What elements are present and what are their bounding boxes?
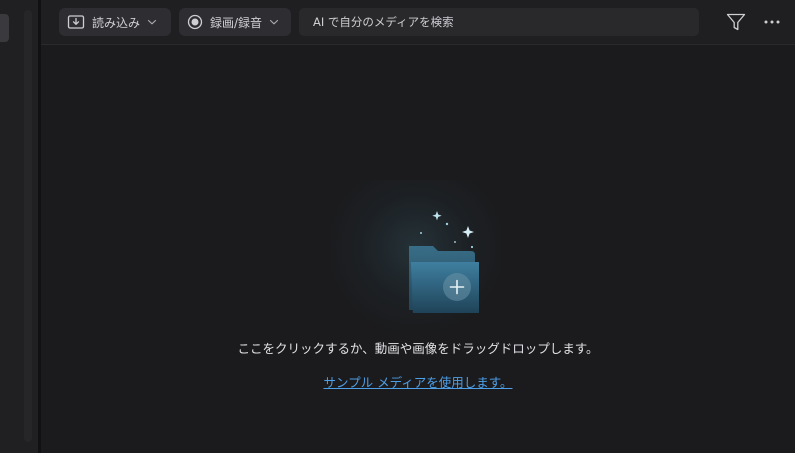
filter-icon	[725, 11, 747, 33]
search-input[interactable]	[313, 15, 685, 29]
sample-media-link[interactable]: サンプル メディアを使用します。	[324, 375, 513, 390]
more-options-button[interactable]	[761, 11, 783, 33]
record-label: 録画/録音	[210, 15, 263, 30]
sample-media-container: サンプル メディアを使用します。	[41, 372, 795, 391]
import-button[interactable]: 読み込み	[59, 8, 171, 36]
chevron-down-icon	[147, 18, 157, 26]
ai-media-search[interactable]	[299, 8, 699, 36]
drop-zone-illustration[interactable]	[359, 200, 479, 318]
sidebar-scrollbar[interactable]	[24, 10, 32, 442]
media-library-window: 読み込み 録画/録音 AI で自分のメディアを検索 ここをクリックするか、動画や…	[0, 0, 795, 453]
more-dots-icon	[761, 11, 783, 33]
sidebar-tab[interactable]	[0, 14, 9, 42]
left-sidebar	[0, 0, 39, 453]
import-tray-icon	[67, 14, 85, 30]
chevron-down-icon	[269, 18, 279, 26]
record-icon	[187, 14, 203, 30]
folder-plus-icon	[359, 200, 479, 318]
media-toolbar: 読み込み 録画/録音	[41, 0, 795, 45]
import-label: 読み込み	[92, 15, 141, 30]
filter-button[interactable]	[725, 11, 747, 33]
drop-instruction-text: ここをクリックするか、動画や画像をドラッグドロップします。	[237, 341, 599, 356]
media-panel: 読み込み 録画/録音 AI で自分のメディアを検索 ここをクリックするか、動画や…	[41, 0, 795, 453]
record-button[interactable]: 録画/録音	[179, 8, 291, 36]
